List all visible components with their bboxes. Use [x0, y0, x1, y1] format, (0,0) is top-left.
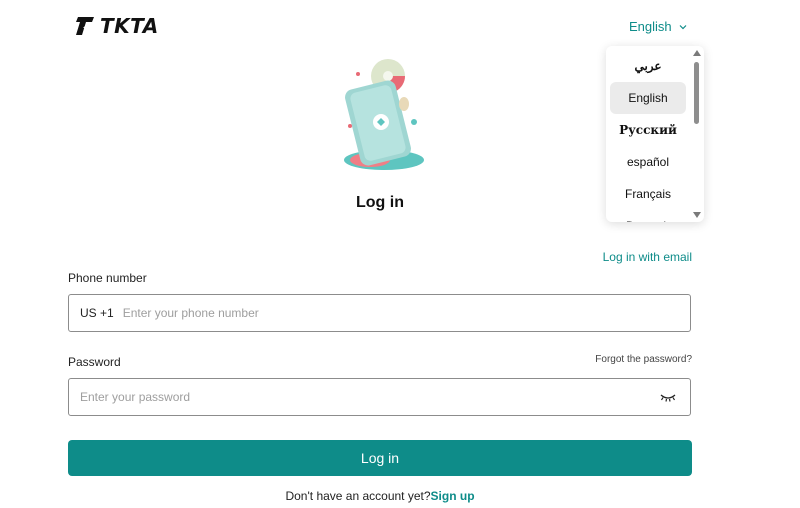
dropdown-scrollbar[interactable] [692, 50, 702, 218]
eye-closed-icon[interactable] [659, 391, 677, 403]
language-option-russian[interactable]: Русский [610, 114, 686, 146]
scrollbar-thumb[interactable] [694, 62, 699, 124]
language-option-spanish[interactable]: español [610, 146, 686, 178]
language-option-arabic[interactable]: عربي [610, 50, 686, 82]
login-with-email-link[interactable]: Log in with email [603, 250, 692, 264]
password-label: Password [68, 355, 121, 369]
brand-name: TKTA [100, 14, 159, 38]
chevron-down-icon [679, 24, 687, 29]
phone-input[interactable] [113, 295, 690, 331]
signup-link[interactable]: Sign up [431, 489, 475, 503]
password-input[interactable] [69, 379, 659, 415]
language-option-english[interactable]: English [610, 82, 686, 114]
forgot-password-link[interactable]: Forgot the password? [595, 354, 692, 365]
scroll-down-icon[interactable] [693, 212, 701, 218]
logo-icon [76, 17, 94, 35]
login-button[interactable]: Log in [68, 440, 692, 476]
password-field[interactable] [68, 378, 691, 416]
signup-prompt: Don't have an account yet? [285, 489, 431, 503]
language-selector[interactable]: English [629, 19, 688, 34]
page-title: Log in [356, 194, 404, 211]
phone-field[interactable]: US +1 [68, 294, 691, 332]
phone-label: Phone number [68, 271, 147, 285]
signup-row: Don't have an account yet?Sign up [0, 489, 760, 503]
login-illustration [344, 59, 424, 170]
language-current: English [629, 19, 672, 34]
country-code-selector[interactable]: US +1 [80, 306, 114, 320]
brand-logo[interactable]: TKTA [72, 14, 159, 38]
scroll-up-icon[interactable] [693, 50, 701, 56]
